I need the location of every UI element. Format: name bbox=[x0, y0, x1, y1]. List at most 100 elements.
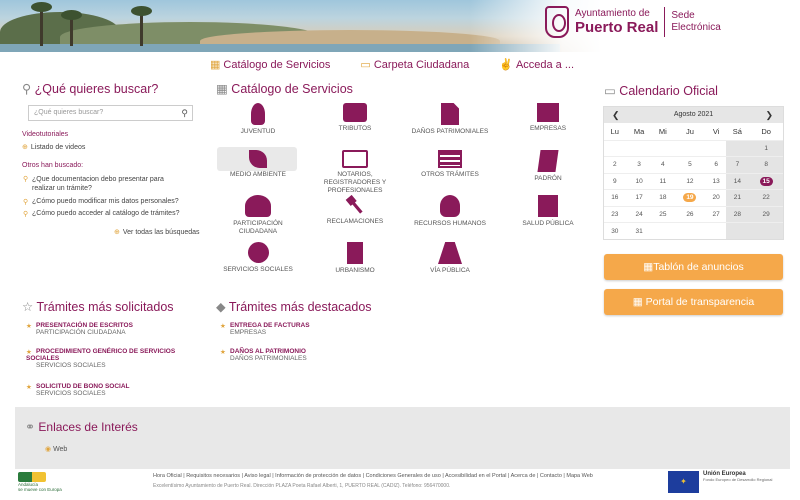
tramite-title: PROCEDIMIENTO GENÉRICO DE SERVICIOS bbox=[36, 348, 176, 355]
andalucia-logo[interactable]: Andalucía se mueve con Europa bbox=[18, 472, 78, 492]
gavel-icon bbox=[341, 191, 369, 219]
calendar-day[interactable]: 8 bbox=[749, 156, 783, 173]
logo[interactable]: Ayuntamiento de Puerto Real Sede Electró… bbox=[545, 6, 721, 38]
hospital-icon bbox=[538, 195, 558, 217]
calendar-day[interactable]: 22 bbox=[749, 189, 783, 206]
catalog-item-label: PADRÓN bbox=[534, 175, 562, 182]
calendar-day[interactable]: 7 bbox=[725, 156, 750, 173]
star-icon: ★ bbox=[26, 349, 32, 356]
calendar-day[interactable]: 16 bbox=[604, 189, 626, 206]
eu-logo[interactable]: ✦ Unión Europea Fondo Europeo de Desarro… bbox=[668, 471, 772, 493]
calendar-day[interactable]: 14 bbox=[725, 172, 750, 190]
search-suggestion[interactable]: ⚲ ¿Cómo puedo acceder al catálogo de trám… bbox=[23, 210, 179, 218]
catalog-item-via-publica[interactable]: VÍA PÚBLICA bbox=[408, 242, 492, 275]
calendar-day[interactable]: 24 bbox=[625, 205, 653, 223]
calendar-day[interactable]: 28 bbox=[725, 205, 750, 223]
tramite-item[interactable]: ★ SOLICITUD DE BONO SOCIAL SERVICIOS SOCIA… bbox=[26, 383, 130, 397]
calendar-day[interactable]: 11 bbox=[652, 172, 674, 190]
catalog-item-empresas[interactable]: EMPRESAS bbox=[506, 103, 590, 133]
calendar-day[interactable]: 5 bbox=[673, 156, 707, 173]
catalog-item-otros-tramites[interactable]: OTROS TRÁMITES bbox=[408, 150, 492, 179]
catalog-item-recursos-humanos[interactable]: RECURSOS HUMANOS bbox=[408, 195, 492, 228]
plus-icon: ⊕ bbox=[22, 144, 28, 151]
catalog-item-tributos[interactable]: TRIBUTOS bbox=[313, 103, 397, 133]
users-icon bbox=[245, 195, 271, 217]
calendar-day[interactable]: 31 bbox=[625, 222, 653, 239]
calendar-day[interactable]: 13 bbox=[706, 172, 726, 190]
listado-videos-link[interactable]: ⊕ Listado de videos bbox=[22, 143, 85, 151]
nav-label: Carpeta Ciudadana bbox=[373, 59, 470, 71]
calendar-day[interactable]: 1 bbox=[749, 139, 783, 157]
tramite-item[interactable]: ★ PROCEDIMIENTO GENÉRICO DE SERVICIOS SOCI… bbox=[26, 348, 176, 369]
catalog-item-salud-publica[interactable]: SALUD PÚBLICA bbox=[506, 195, 590, 228]
search-placeholder: ¿Qué quieres buscar? bbox=[34, 109, 104, 116]
tramite-item[interactable]: ★ PRESENTACIÓN DE ESCRITOS PARTICIPACIÓN C… bbox=[26, 322, 133, 336]
calendar-day[interactable]: 17 bbox=[625, 189, 653, 206]
calendar-day[interactable]: 3 bbox=[625, 156, 653, 173]
calendar-day[interactable]: 15 bbox=[749, 172, 783, 190]
catalog-item-participacion[interactable]: PARTICIPACIÓN CIUDADANA bbox=[216, 195, 300, 236]
ver-todas-link[interactable]: ⊕ Ver todas las búsquedas bbox=[114, 228, 200, 236]
tramite-sub: EMPRESAS bbox=[230, 329, 267, 336]
calendar-day[interactable]: 29 bbox=[749, 205, 783, 223]
calendar-day[interactable]: 18 bbox=[652, 189, 674, 206]
org-line1: Ayuntamiento de bbox=[575, 8, 650, 19]
tramite-item[interactable]: ★ DAÑOS AL PATRIMONIO DAÑOS PATRIMONIALES bbox=[220, 348, 307, 362]
catalog-item-juventud[interactable]: JUVENTUD bbox=[216, 103, 300, 136]
next-month-icon[interactable]: ❯ bbox=[765, 107, 773, 123]
calendar-event-day[interactable]: 15 bbox=[759, 176, 773, 186]
nav-carpeta[interactable]: ▭ Carpeta Ciudadana bbox=[360, 58, 469, 71]
prev-month-icon[interactable]: ❮ bbox=[612, 107, 620, 123]
calendar-day bbox=[652, 222, 674, 239]
calendar-day[interactable]: 30 bbox=[604, 222, 626, 239]
search-icon[interactable]: ⚲ bbox=[181, 108, 188, 119]
catalog-item-label: VÍA PÚBLICA bbox=[430, 267, 470, 274]
calendar-day[interactable]: 19 bbox=[673, 189, 707, 206]
calendar-day[interactable]: 26 bbox=[673, 205, 707, 223]
catalog-item-medio-ambiente[interactable]: MEDIO AMBIENTE bbox=[216, 147, 300, 179]
calendar-day[interactable]: 23 bbox=[604, 205, 626, 223]
calendar-day[interactable]: 12 bbox=[673, 172, 707, 190]
catalog-item-urbanismo[interactable]: URBANISMO bbox=[313, 242, 397, 275]
calendar-day bbox=[749, 222, 783, 239]
catalog-item-danos-patrimoniales[interactable]: DAÑOS PATRIMONIALES bbox=[408, 103, 492, 136]
link-label: Ver todas las búsquedas bbox=[122, 229, 200, 236]
palm-tree bbox=[61, 10, 82, 46]
calendar-month: Agosto 2021 bbox=[673, 111, 714, 118]
bookmark-icon: ◆ bbox=[216, 300, 229, 314]
calendar-day[interactable]: 9 bbox=[604, 172, 626, 190]
search-suggestion[interactable]: ⚲ ¿Cómo puedo modificar mis datos persona… bbox=[23, 198, 179, 206]
catalog-item-servicios-sociales[interactable]: SERVICIOS SOCIALES bbox=[216, 242, 300, 274]
calendar-title: ▭ Calendario Oficial bbox=[604, 83, 718, 98]
calendar-day[interactable]: 21 bbox=[725, 189, 750, 206]
calendar-day[interactable]: 27 bbox=[706, 205, 726, 223]
andalucia-text: se mueve con Europa bbox=[18, 487, 62, 492]
calendar-month-bar: ❮ Agosto 2021 ❯ bbox=[604, 107, 783, 123]
calendar-day bbox=[604, 139, 626, 157]
calendar-day[interactable]: 20 bbox=[706, 189, 726, 206]
tramite-item[interactable]: ★ ENTREGA DE FACTURAS EMPRESAS bbox=[220, 322, 310, 336]
calendar-today[interactable]: 19 bbox=[683, 193, 697, 203]
calendar-day[interactable]: 10 bbox=[625, 172, 653, 190]
catalog-item-label: RECLAMACIONES bbox=[326, 218, 384, 225]
calendar-day[interactable]: 25 bbox=[652, 205, 674, 223]
nav-catalogo[interactable]: ▦ Catálogo de Servicios bbox=[210, 58, 330, 71]
calendar-day[interactable]: 6 bbox=[706, 156, 726, 173]
footer-links[interactable]: Hora Oficial | Requisitos necesarios | A… bbox=[153, 473, 593, 479]
tablon-anuncios-button[interactable]: ▦Tablón de anuncios bbox=[604, 254, 783, 280]
search-input[interactable]: ¿Qué quieres buscar? ⚲ bbox=[28, 105, 193, 121]
sede-line2: Electrónica bbox=[671, 22, 721, 33]
divider bbox=[664, 7, 666, 37]
catalog-item-padron[interactable]: PADRÓN bbox=[506, 150, 590, 183]
user-icon bbox=[440, 195, 460, 217]
calendar-day[interactable]: 4 bbox=[652, 156, 674, 173]
calendar-day[interactable]: 2 bbox=[604, 156, 626, 173]
tramite-title: SOCIALES bbox=[26, 355, 60, 362]
catalog-item-notarios[interactable]: NOTARIOS, REGISTRADORES Y PROFESIONALES bbox=[313, 150, 397, 195]
enlace-web-link[interactable]: ◉ Web bbox=[45, 445, 67, 453]
nav-acceda[interactable]: ✌ Acceda a ... bbox=[499, 58, 574, 71]
andalucia-flag-icon bbox=[18, 472, 46, 482]
portal-transparencia-button[interactable]: ▦ Portal de transparencia bbox=[604, 289, 783, 315]
catalog-item-reclamaciones[interactable]: RECLAMACIONES bbox=[313, 195, 397, 226]
search-suggestion[interactable]: ⚲ ¿Que documentacion debo presentar para r… bbox=[23, 175, 164, 193]
